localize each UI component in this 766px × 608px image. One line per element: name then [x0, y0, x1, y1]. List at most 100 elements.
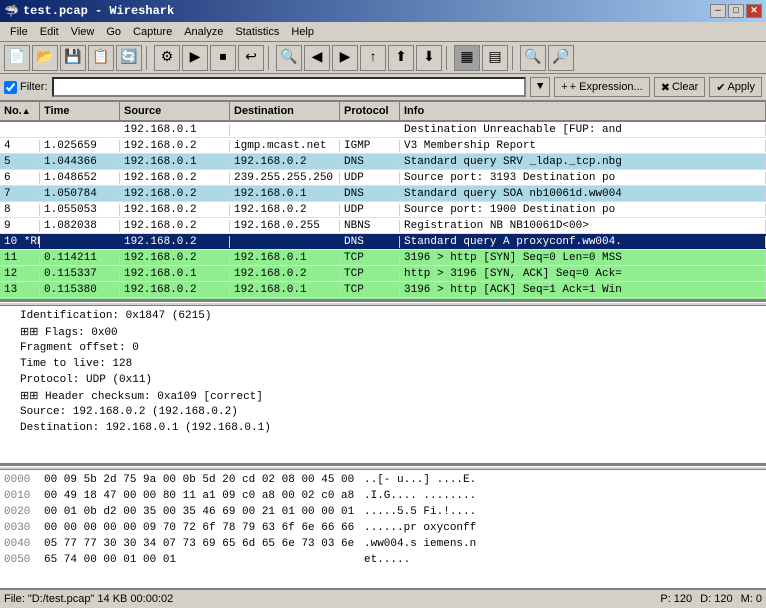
packet-row[interactable]: 41.025659192.168.0.2igmp.mcast.netIGMPV3…: [0, 138, 766, 154]
menu-item-go[interactable]: Go: [100, 24, 127, 40]
hex-line: 0040 05 77 77 30 30 34 07 73 69 65 6d 65…: [4, 536, 762, 552]
col-header-protocol[interactable]: Protocol: [340, 102, 400, 120]
packet-cell: 10 *REF*: [0, 236, 40, 248]
packet-row[interactable]: 120.115337192.168.0.1192.168.0.2TCPhttp …: [0, 266, 766, 282]
packet-cell: 192.168.0.2: [120, 252, 230, 264]
go-bottom-button[interactable]: ⬇: [416, 45, 442, 71]
packet-cell: V3 Membership Report: [400, 140, 766, 152]
detail-line[interactable]: ⊞ Flags: 0x00: [4, 324, 762, 340]
packet-cell: 192.168.0.2: [120, 284, 230, 296]
packet-cell: 192.168.0.1: [230, 252, 340, 264]
detail-line: Source: 192.168.0.2 (192.168.0.2): [4, 404, 762, 420]
packet-row[interactable]: 91.082038192.168.0.2192.168.0.255NBNSReg…: [0, 218, 766, 234]
packet-cell: 8: [0, 204, 40, 216]
packet-row[interactable]: 10 *REF*192.168.0.2DNSStandard query A p…: [0, 234, 766, 250]
zoom-in-button[interactable]: 🔍: [520, 45, 546, 71]
packet-row[interactable]: 51.044366192.168.0.1192.168.0.2DNSStanda…: [0, 154, 766, 170]
filter-checkbox[interactable]: [4, 81, 17, 94]
go-to-button[interactable]: ↑: [360, 45, 386, 71]
title-bar: 🦈 test.pcap - Wireshark ─ □ ✕: [0, 0, 766, 22]
close-file-button[interactable]: 📋: [88, 45, 114, 71]
packet-cell: NBNS: [340, 220, 400, 232]
hex-bytes: 00 01 0b d2 00 35 00 35 46 69 00 21 01 0…: [44, 506, 364, 518]
stop-capture-button[interactable]: ⏹: [210, 45, 236, 71]
packet-list-body[interactable]: 192.168.0.1Destination Unreachable [FUP:…: [0, 122, 766, 302]
restart-capture-button[interactable]: ↩: [238, 45, 264, 71]
menu-item-edit[interactable]: Edit: [34, 24, 65, 40]
go-top-button[interactable]: ⬆: [388, 45, 414, 71]
packet-cell: 192.168.0.1: [230, 284, 340, 296]
reload-button[interactable]: 🔄: [116, 45, 142, 71]
menu-item-capture[interactable]: Capture: [127, 24, 178, 40]
packet-row[interactable]: 130.115380192.168.0.2192.168.0.1TCP3196 …: [0, 282, 766, 298]
packet-cell: 1.044366: [40, 156, 120, 168]
hex-offset: 0050: [4, 554, 44, 566]
menu-item-view[interactable]: View: [65, 24, 101, 40]
packet-row[interactable]: 192.168.0.1Destination Unreachable [FUP:…: [0, 122, 766, 138]
col-header-info[interactable]: Info: [400, 102, 766, 120]
packet-cell: TCP: [340, 268, 400, 280]
packet-row[interactable]: 110.114211192.168.0.2192.168.0.1TCP3196 …: [0, 250, 766, 266]
toolbar-separator-1: [146, 46, 150, 70]
status-d: D: 120: [700, 593, 732, 605]
maximize-button[interactable]: □: [728, 4, 744, 18]
hex-line: 0010 00 49 18 47 00 00 80 11 a1 09 c0 a8…: [4, 488, 762, 504]
filter-input[interactable]: [52, 77, 527, 97]
save-button[interactable]: 💾: [60, 45, 86, 71]
packet-cell: 192.168.0.2: [120, 204, 230, 216]
detail-line: Protocol: UDP (0x11): [4, 372, 762, 388]
packet-cell: 192.168.0.2: [230, 204, 340, 216]
clear-button[interactable]: ✖ Clear: [654, 77, 706, 97]
new-capture-button[interactable]: 📄: [4, 45, 30, 71]
menu-item-file[interactable]: File: [4, 24, 34, 40]
col-header-source[interactable]: Source: [120, 102, 230, 120]
packet-cell: 192.168.0.2: [120, 172, 230, 184]
packet-cell: 192.168.0.2: [120, 220, 230, 232]
clear-icon: ✖: [661, 81, 670, 94]
col-header-no[interactable]: No.: [0, 102, 40, 120]
packet-list-header: No. Time Source Destination Protocol Inf…: [0, 102, 766, 122]
packet-cell: 192.168.0.2: [120, 300, 230, 303]
packet-row[interactable]: 61.048652192.168.0.2239.255.255.250UDPSo…: [0, 170, 766, 186]
app-icon: 🦈: [4, 4, 19, 19]
go-back-button[interactable]: ◀: [304, 45, 330, 71]
close-button[interactable]: ✕: [746, 4, 762, 18]
minimize-button[interactable]: ─: [710, 4, 726, 18]
colorize-button[interactable]: ▦: [454, 45, 480, 71]
apply-button[interactable]: ✔ Apply: [709, 77, 762, 97]
hex-offset: 0010: [4, 490, 44, 502]
zoom-out-button[interactable]: 🔎: [548, 45, 574, 71]
open-button[interactable]: 📂: [32, 45, 58, 71]
packet-cell: 239.255.255.250: [230, 172, 340, 184]
menu-item-analyze[interactable]: Analyze: [178, 24, 229, 40]
menu-item-help[interactable]: Help: [285, 24, 320, 40]
hex-ascii: .....5.5 Fi.!....: [364, 506, 476, 518]
packet-row[interactable]: 71.050784192.168.0.2192.168.0.1DNSStanda…: [0, 186, 766, 202]
start-capture-button[interactable]: ▶: [182, 45, 208, 71]
packet-cell: 192.168.0.1: [120, 124, 230, 136]
expression-button[interactable]: + + Expression...: [554, 77, 650, 97]
detail-line[interactable]: ⊞ Header checksum: 0xa109 [correct]: [4, 388, 762, 404]
packet-cell: Source port: 3193 Destination po: [400, 172, 766, 184]
titlebar-controls[interactable]: ─ □ ✕: [710, 4, 762, 18]
packet-cell: 1.048652: [40, 172, 120, 184]
find-button[interactable]: 🔍: [276, 45, 302, 71]
packet-row[interactable]: 81.055053192.168.0.2192.168.0.2UDPSource…: [0, 202, 766, 218]
capture-options-button[interactable]: ⚙: [154, 45, 180, 71]
menu-item-statistics[interactable]: Statistics: [229, 24, 285, 40]
col-header-destination[interactable]: Destination: [230, 102, 340, 120]
packet-cell: Standard query A proxyconf.ww004.: [400, 236, 766, 248]
go-forward-button[interactable]: ▶: [332, 45, 358, 71]
packet-cell: 3196 > http [ACK] Seq=1 Ack=1 Win: [400, 284, 766, 296]
packet-cell: 0.114211: [40, 252, 120, 264]
packet-cell: 192.168.0.2: [230, 156, 340, 168]
packet-list-button[interactable]: ▤: [482, 45, 508, 71]
packet-row[interactable]: 140.115506192.168.0.2192.168.0.1TCP3196 …: [0, 298, 766, 302]
filter-dropdown-button[interactable]: ▼: [530, 77, 550, 97]
hex-line: 0030 00 00 00 00 00 09 70 72 6f 78 79 63…: [4, 520, 762, 536]
packet-cell: Standard query SOA nb10061d.ww004: [400, 188, 766, 200]
hex-ascii: .ww004.s iemens.n: [364, 538, 476, 550]
toolbar: 📄 📂 💾 📋 🔄 ⚙ ▶ ⏹ ↩ 🔍 ◀ ▶ ↑ ⬆ ⬇ ▦ ▤ 🔍 🔎: [0, 42, 766, 74]
hex-line: 0000 00 09 5b 2d 75 9a 00 0b 5d 20 cd 02…: [4, 472, 762, 488]
col-header-time[interactable]: Time: [40, 102, 120, 120]
